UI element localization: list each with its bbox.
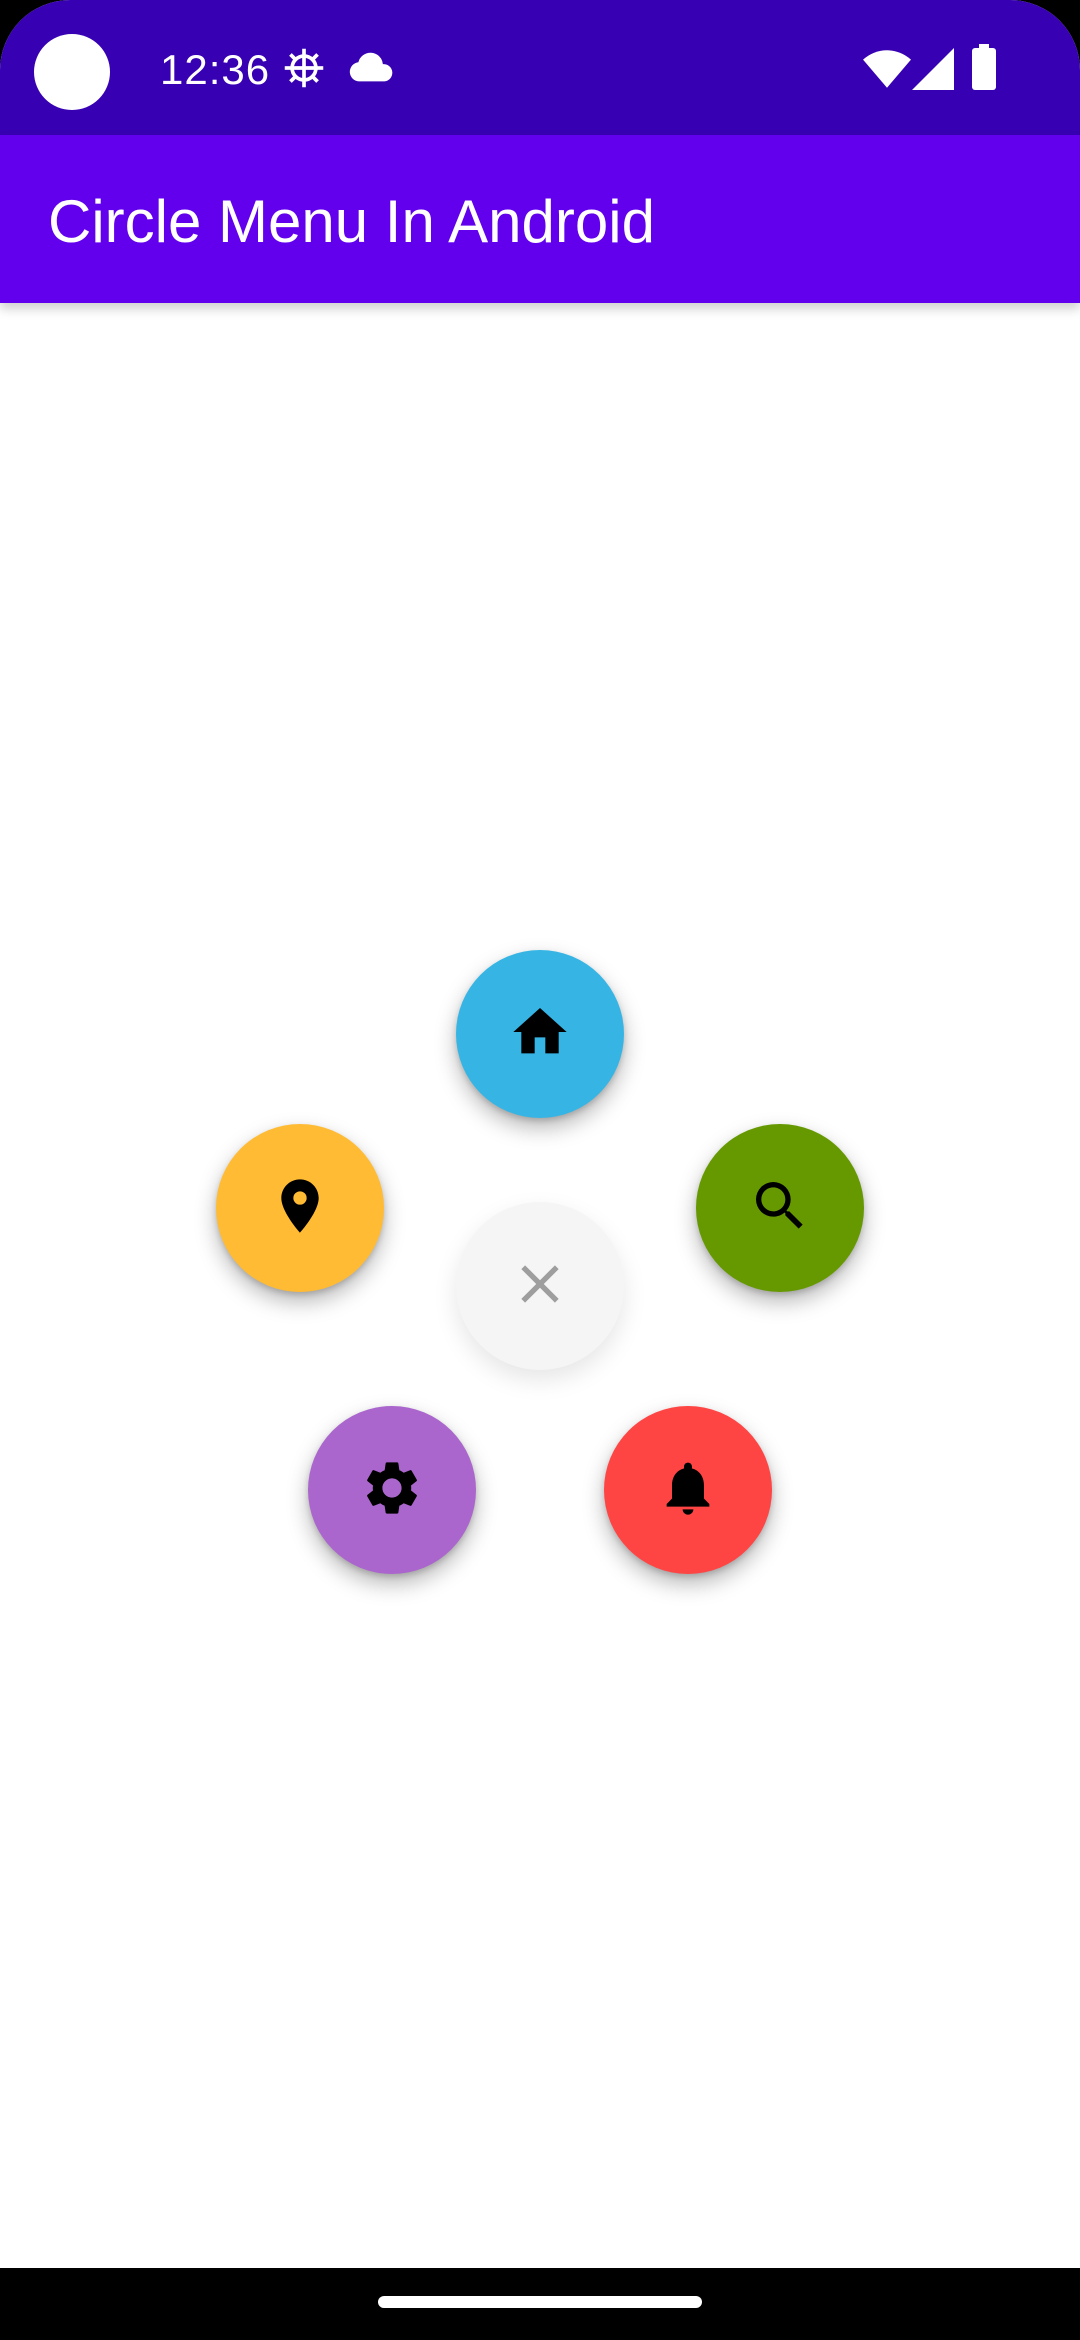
search-icon [748,1174,812,1243]
signal-icon [912,48,954,95]
app-bar: Circle Menu In Android [0,135,1080,303]
home-icon [508,1000,572,1069]
notifications-button[interactable] [604,1406,772,1574]
location-button[interactable] [216,1124,384,1292]
gesture-navigation-handle[interactable] [378,2296,702,2308]
location-pin-icon [268,1174,332,1243]
app-title: Circle Menu In Android [48,188,655,255]
status-time: 12:36 [160,46,271,93]
settings-icon [360,1456,424,1525]
status-bar: 12:36 [0,0,1080,135]
close-icon [508,1252,572,1321]
settings-gear-icon [282,46,326,95]
close-menu-button[interactable] [456,1202,624,1370]
wifi-icon [862,48,912,95]
app-screen: 12:36 Circle Menu In Android [0,0,1080,2340]
settings-button[interactable] [308,1406,476,1574]
bell-icon [656,1456,720,1525]
search-button[interactable] [696,1124,864,1292]
cloud-icon [348,52,394,89]
camera-cutout [34,34,110,110]
battery-icon [972,44,996,95]
home-button[interactable] [456,950,624,1118]
